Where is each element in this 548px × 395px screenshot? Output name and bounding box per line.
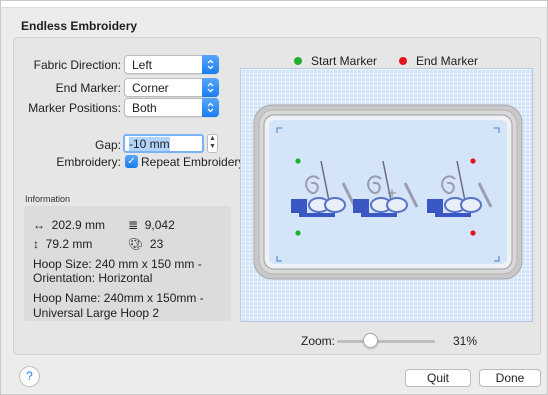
start-marker-legend: Start Marker	[294, 54, 377, 68]
help-button[interactable]: ?	[19, 366, 40, 387]
height-readout: ↕ 79.2 mm	[33, 237, 92, 251]
sewing-area	[269, 120, 507, 264]
zoom-label: Zoom:	[301, 334, 336, 348]
repeat-embroidery-checkbox[interactable]: ✓	[125, 155, 138, 168]
embroidery-preview[interactable]	[240, 68, 533, 322]
green-dot-icon	[294, 57, 302, 65]
updown-chevron-icon	[202, 78, 219, 97]
palette-icon: 🎨︎	[128, 237, 144, 251]
colors-readout: 🎨︎ 23	[128, 237, 163, 251]
gap-input[interactable]: -10 mm	[123, 134, 204, 153]
fabric-direction-label: Fabric Direction:	[33, 58, 121, 72]
width-value: 202.9 mm	[51, 218, 106, 232]
stitches-value: 9,042	[144, 218, 175, 232]
start-marker-dot	[295, 158, 301, 164]
window-titlebar	[1, 1, 547, 8]
hoop-name-line-2: Universal Large Hoop 2	[33, 306, 160, 320]
start-marker-dot	[295, 230, 301, 236]
hoop-preview-svg	[253, 104, 523, 280]
information-title: Information	[25, 194, 71, 204]
dialog-title: Endless Embroidery	[21, 19, 138, 33]
quit-button[interactable]: Quit	[405, 369, 471, 387]
end-marker-value: Corner	[132, 81, 169, 95]
gap-value: -10 mm	[129, 137, 170, 151]
repeat-embroidery-label[interactable]: Repeat Embroidery	[141, 152, 244, 172]
updown-chevron-icon	[202, 55, 219, 74]
updown-chevron-icon	[202, 98, 219, 117]
hoop-size-line: Hoop Size: 240 mm x 150 mm -	[33, 257, 202, 271]
zoom-slider-thumb[interactable]	[363, 333, 378, 348]
marker-positions-value: Both	[132, 101, 157, 115]
width-arrows-icon: ↔	[33, 218, 45, 232]
stitches-readout: ≣ 9,042	[128, 218, 175, 232]
height-value: 79.2 mm	[45, 237, 93, 251]
marker-positions-select[interactable]: Both	[124, 98, 219, 117]
red-dot-icon	[399, 57, 407, 65]
gap-stepper[interactable]: ▲ ▼	[207, 134, 218, 153]
end-marker-select[interactable]: Corner	[124, 78, 219, 97]
orientation-line: Orientation: Horizontal	[33, 271, 153, 285]
embroidery-label: Embroidery:	[56, 155, 121, 169]
end-marker-dot	[470, 158, 476, 164]
stitches-icon: ≣	[128, 218, 139, 232]
endless-embroidery-dialog: Endless Embroidery Fabric Direction: Lef…	[0, 0, 548, 395]
zoom-slider[interactable]	[337, 333, 435, 348]
marker-positions-label: Marker Positions:	[28, 101, 121, 115]
end-marker-legend-label: End Marker	[416, 54, 479, 68]
width-readout: ↔ 202.9 mm	[33, 218, 105, 232]
end-marker-dot	[470, 230, 476, 236]
end-marker-legend: End Marker	[399, 54, 478, 68]
zoom-value: 31%	[453, 334, 478, 348]
done-button[interactable]: Done	[479, 369, 541, 387]
start-marker-label: Start Marker	[311, 54, 378, 68]
end-marker-label: End Marker:	[55, 81, 121, 95]
height-arrows-icon: ↕	[33, 237, 39, 251]
colors-value: 23	[149, 237, 164, 251]
fabric-direction-value: Left	[132, 58, 153, 72]
hoop-name-line: Hoop Name: 240mm x 150mm -	[33, 291, 204, 305]
fabric-direction-select[interactable]: Left	[124, 55, 219, 74]
